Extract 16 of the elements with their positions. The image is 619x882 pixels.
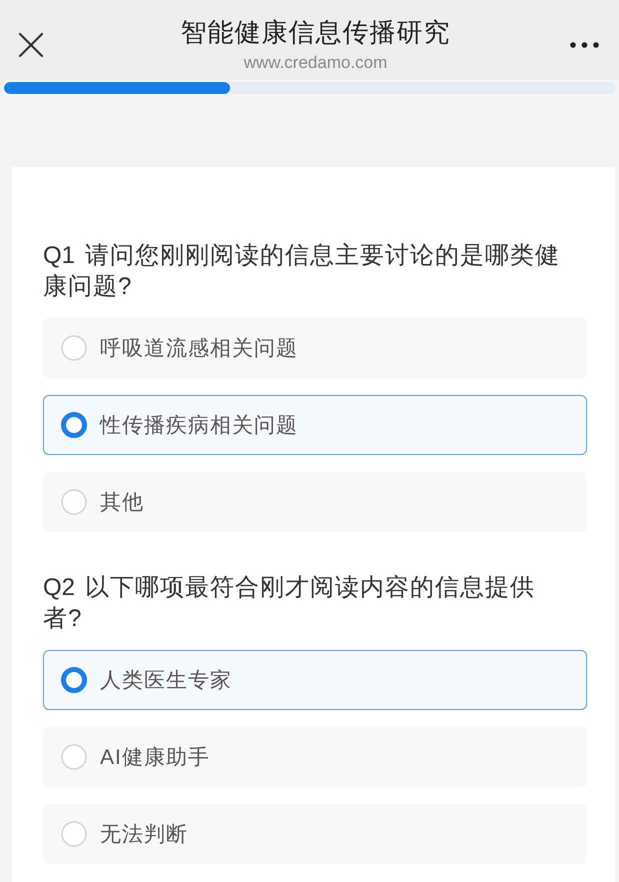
- close-icon: [19, 33, 43, 57]
- answer-option[interactable]: 性传播疾病相关问题: [43, 395, 587, 455]
- question-text: Q2 以下哪项最符合刚才阅读内容的信息提供者?: [43, 573, 536, 634]
- radio-button[interactable]: [61, 412, 87, 438]
- radio-button[interactable]: [61, 667, 87, 693]
- answer-option[interactable]: AI健康助手: [43, 727, 587, 787]
- more-button[interactable]: [570, 42, 599, 48]
- answer-option[interactable]: 无法判断: [43, 804, 587, 864]
- close-button[interactable]: [19, 33, 43, 57]
- answer-option[interactable]: 呼吸道流感相关问题: [43, 318, 587, 378]
- page-title: 智能健康信息传播研究: [180, 16, 450, 49]
- answer-option[interactable]: 人类医生专家: [43, 650, 587, 710]
- site-url: www.credamo.com: [244, 52, 388, 74]
- question-text: Q1 请问您刚刚阅读的信息主要讨论的是哪类健康问题?: [43, 241, 562, 302]
- more-icon: [570, 42, 599, 48]
- answer-option[interactable]: 其他: [43, 472, 587, 532]
